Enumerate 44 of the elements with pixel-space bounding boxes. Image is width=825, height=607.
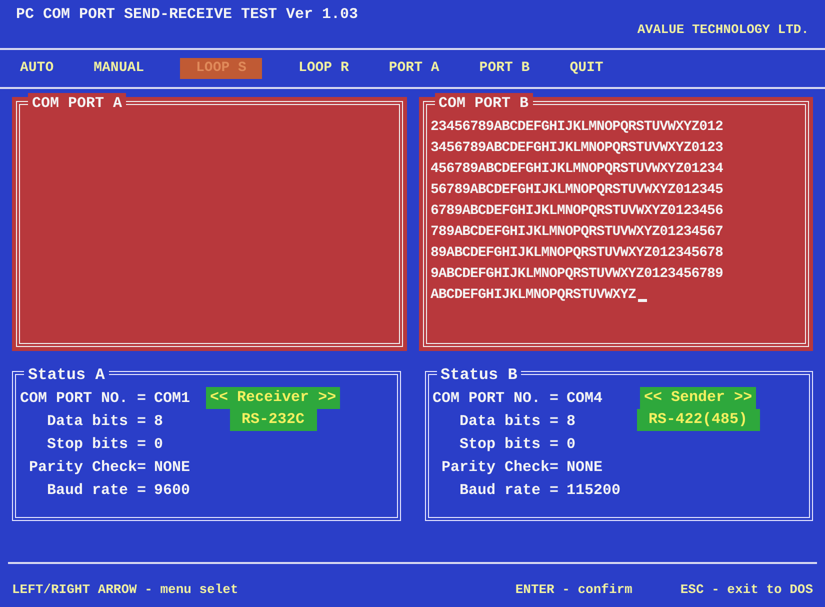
menu-item[interactable]: MANUAL (90, 58, 148, 78)
field-label: Stop bits = (458, 434, 559, 454)
role-badge: << Sender >> (640, 386, 756, 408)
received-text: 56789ABCDEFGHIJKLMNOPQRSTUVWXYZ012345 (430, 180, 723, 200)
received-text: ABCDEFGHIJKLMNOPQRSTUVWXYZ (430, 286, 636, 304)
field-value: COM1 (154, 388, 190, 408)
company-name: AVALUE TECHNOLOGY LTD. (637, 21, 809, 39)
menu-item[interactable]: QUIT (566, 58, 608, 78)
field-label: Data bits = (46, 412, 146, 432)
hint-text: ESC - exit to DOS (680, 580, 813, 598)
menu-item[interactable]: PORT B (475, 58, 534, 78)
field-label: COM PORT NO. = (20, 388, 146, 408)
menu-item[interactable]: AUTO (16, 58, 58, 78)
interface-badge: RS-232C (230, 408, 317, 430)
field-label: Parity Check= (440, 458, 559, 478)
field-label: COM PORT NO. = (432, 388, 559, 408)
field-value: 9600 (154, 480, 190, 500)
field-value: 8 (154, 412, 164, 432)
received-text: 456789ABCDEFGHIJKLMNOPQRSTUVWXYZ01234 (430, 160, 723, 178)
field-value: NONE (566, 458, 604, 478)
received-text: 3456789ABCDEFGHIJKLMNOPQRSTUVWXYZ0123 (430, 138, 723, 158)
field-label: Baud rate = (46, 480, 146, 500)
received-text: 23456789ABCDEFGHIJKLMNOPQRSTUVWXYZ012 (430, 118, 723, 136)
hint-text: ENTER - confirm (515, 580, 632, 598)
field-label: Baud rate = (458, 480, 559, 500)
menu-item[interactable]: LOOP R (294, 58, 353, 78)
field-value: 115200 (566, 480, 621, 500)
field-value: 0 (154, 434, 164, 454)
received-text: 6789ABCDEFGHIJKLMNOPQRSTUVWXYZ0123456 (430, 202, 723, 220)
menu-item[interactable]: PORT A (384, 58, 444, 78)
received-text: 789ABCDEFGHIJKLMNOPQRSTUVWXYZ01234567 (430, 222, 723, 242)
field-value: NONE (154, 458, 190, 478)
field-value: 0 (566, 434, 577, 454)
role-badge: << Receiver >> (206, 386, 340, 408)
field-label: Stop bits = (46, 434, 146, 454)
received-text: 89ABCDEFGHIJKLMNOPQRSTUVWXYZ012345678 (430, 244, 723, 262)
field-label: Data bits = (458, 412, 559, 432)
interface-badge: RS-422(485) (636, 408, 760, 430)
hint-text: LEFT/RIGHT ARROW - menu selet (12, 580, 238, 598)
text-cursor (638, 298, 647, 302)
field-value: COM4 (566, 388, 604, 408)
field-label: Parity Check= (28, 458, 146, 478)
field-value: 8 (566, 412, 577, 432)
received-text: 9ABCDEFGHIJKLMNOPQRSTUVWXYZ0123456789 (430, 264, 723, 284)
